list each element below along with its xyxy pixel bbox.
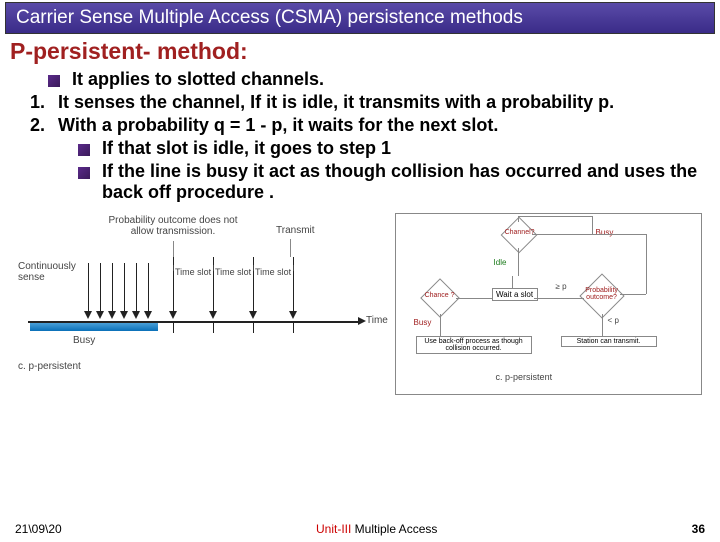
arrow-down-icon [289, 311, 297, 319]
footer-unit: Unit-III Multiple Access [15, 522, 705, 536]
sub-bullet-item: If the line is busy it act as though col… [78, 161, 705, 203]
subtitle: P-persistent- method: [0, 34, 720, 67]
diagrams-row: Probability outcome does not allow trans… [0, 205, 720, 395]
square-bullet-icon [48, 75, 60, 87]
box-backoff: Use back-off process as though collision… [416, 336, 532, 354]
sub-bullet-text: If the line is busy it act as though col… [102, 161, 705, 203]
arrow-down-icon [169, 311, 177, 319]
arrow-down-icon [132, 311, 140, 319]
footer-page: 36 [692, 522, 705, 536]
arrow-down-icon [209, 311, 217, 319]
label-busy2: Busy [414, 318, 432, 327]
footer-unit-rest: Multiple Access [351, 522, 437, 536]
arrow-down-icon [249, 311, 257, 319]
item-text: With a probability q = 1 - p, it waits f… [58, 115, 498, 136]
subtitle-text: P-persistent- method: [10, 38, 248, 64]
numbered-item: 1. It senses the channel, If it is idle,… [30, 92, 705, 113]
title-bar: Carrier Sense Multiple Access (CSMA) per… [5, 2, 715, 34]
label-prob-outcome: Probability outcome does not allow trans… [108, 215, 238, 237]
caption-right: c. p-persistent [496, 372, 553, 382]
arrow-down-icon [84, 311, 92, 319]
sub-bullet-item: If that slot is idle, it goes to step 1 [78, 138, 705, 159]
arrow-down-icon [96, 311, 104, 319]
busy-bar [30, 323, 158, 331]
number-label: 2. [30, 115, 50, 136]
label-busy: Busy [73, 335, 95, 346]
footer: 21\09\20 36 Unit-III Multiple Access [0, 522, 720, 536]
label-timeslot: Time slot [215, 267, 251, 277]
numbered-item: 2. With a probability q = 1 - p, it wait… [30, 115, 705, 136]
flowchart-diagram: Channel? Busy Idle Chance ? Wait a slot … [395, 213, 702, 395]
square-bullet-icon [78, 144, 90, 156]
bullet-item: It applies to slotted channels. [48, 69, 705, 90]
arrow-right-icon [358, 317, 366, 325]
footer-unit-red: Unit-III [316, 522, 351, 536]
sub-bullet-text: If that slot is idle, it goes to step 1 [102, 138, 391, 159]
label-gep: ≥ p [556, 282, 567, 291]
arrow-down-icon [108, 311, 116, 319]
number-label: 1. [30, 92, 50, 113]
arrow-down-icon [120, 311, 128, 319]
title-text: Carrier Sense Multiple Access (CSMA) per… [16, 7, 523, 28]
box-transmit: Station can transmit. [561, 336, 657, 347]
timing-diagram: Probability outcome does not allow trans… [18, 213, 385, 383]
box-wait-slot: Wait a slot [492, 288, 538, 301]
content-block: It applies to slotted channels. 1. It se… [0, 67, 720, 203]
label-time: Time [366, 315, 388, 326]
footer-date: 21\09\20 [15, 522, 62, 536]
arrow-down-icon [144, 311, 152, 319]
square-bullet-icon [78, 167, 90, 179]
label-busy: Busy [596, 228, 614, 237]
caption-left: c. p-persistent [18, 361, 81, 372]
bullet-text: It applies to slotted channels. [72, 69, 324, 90]
label-ltp: < p [608, 316, 619, 325]
label-timeslot: Time slot [255, 267, 291, 277]
label-idle: Idle [494, 258, 507, 267]
label-cont-sense: Continuously sense [18, 261, 90, 283]
label-transmit: Transmit [276, 225, 315, 236]
label-timeslot: Time slot [175, 267, 211, 277]
item-text: It senses the channel, If it is idle, it… [58, 92, 614, 113]
